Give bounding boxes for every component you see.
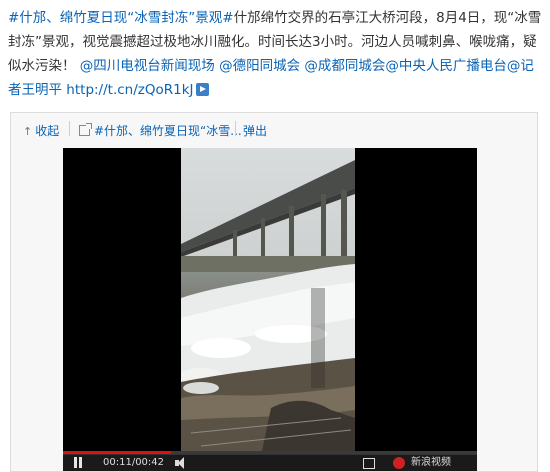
collapse-label[interactable]: 收起 [35,124,59,138]
toolbar-divider [69,121,70,136]
external-link-icon [79,123,92,136]
arrow-up-icon: ↑ [23,125,33,138]
video-title-label[interactable]: #什邡、绵竹夏日现“冰雪... [94,124,242,138]
mention-deyang[interactable]: @德阳同城会 [219,58,300,74]
video-player[interactable]: 00:11/00:42 新浪视频 [63,148,477,471]
progress-bar[interactable] [63,451,477,454]
brand-label: 新浪视频 [411,457,451,468]
mention-cnr[interactable]: @中央人民广播电台 [385,58,507,74]
sina-logo-icon [393,457,405,469]
weibo-post-text: #什邡、绵竹夏日现“冰雪封冻”景观#什邡绵竹交界的石亭江大桥河段，8月4日，现“… [0,0,550,102]
player-controls: 00:11/00:42 新浪视频 [63,451,477,471]
volume-icon[interactable] [175,457,187,469]
short-link[interactable]: http://t.cn/zQoR1kJ [66,82,209,98]
collapse-button[interactable]: ↑ 收起 [23,122,59,139]
short-link-text: http://t.cn/zQoR1kJ [66,82,194,98]
progress-fill [63,451,171,454]
pause-icon[interactable] [73,457,83,468]
fullscreen-icon[interactable] [363,458,375,469]
video-frame[interactable] [181,148,355,456]
popout-label[interactable]: 弹出 [243,124,267,138]
toolbar-divider [235,121,236,136]
media-toolbar: ↑ 收起 #什邡、绵竹夏日现“冰雪... 弹出 [11,113,537,147]
mention-chengdu[interactable]: @成都同城会 [304,58,385,74]
mention-sctv-news[interactable]: @四川电视台新闻现场 [80,58,215,74]
time-display: 00:11/00:42 [103,457,165,468]
video-still-river-foam [181,148,355,456]
topic-tag-link[interactable]: #什邡、绵竹夏日现“冰雪封冻”景观# [8,10,234,26]
popout-button[interactable]: 弹出 [243,122,267,139]
video-media-card: ↑ 收起 #什邡、绵竹夏日现“冰雪... 弹出 00:11/00:42 新浪视频 [10,112,538,472]
video-title-link[interactable]: #什邡、绵竹夏日现“冰雪... [79,122,242,139]
video-link-icon [195,83,209,96]
